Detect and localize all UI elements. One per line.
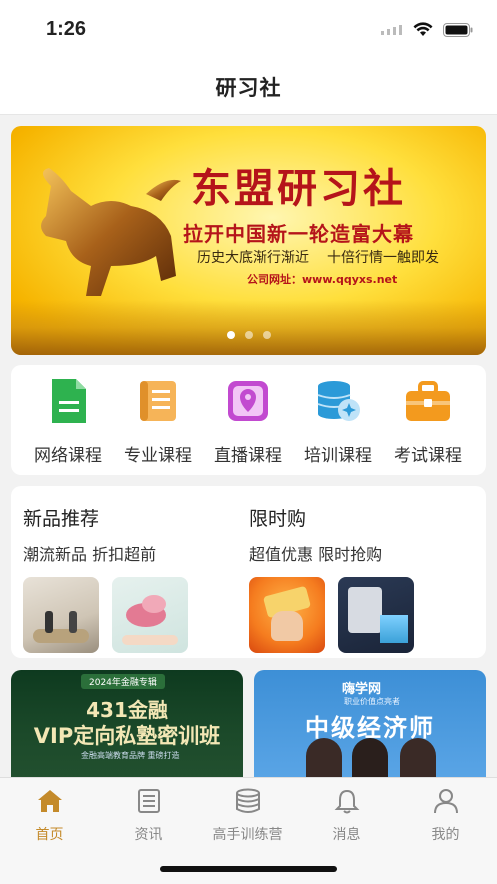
tab-label: 我的 — [431, 827, 460, 843]
home-icon — [37, 790, 62, 812]
banner-tagline-right: 十倍行情一触即发 — [327, 250, 439, 266]
promo-title: 新品推荐 — [23, 508, 100, 530]
category-label: 直播课程 — [214, 446, 282, 466]
user-icon — [433, 789, 458, 814]
banner-carousel[interactable]: 东盟研习社 拉开中国新一轮造富大幕 历史大底渐行渐近 十倍行情一触即发 公司网址… — [11, 126, 486, 355]
tab-label: 消息 — [332, 827, 361, 843]
ad-caption: 金融高端教育品牌 重磅打造 — [81, 751, 180, 760]
category-grid: 网络课程 专业课程 直播课程 培训课程 考试课程 — [11, 365, 486, 475]
banner-url: 公司网址：www.qqyxs.net — [247, 273, 398, 286]
battery-icon — [443, 22, 473, 37]
wifi-icon — [413, 22, 433, 36]
home-indicator[interactable] — [160, 866, 337, 872]
tab-training-camp[interactable]: 高手训练营 — [198, 788, 297, 844]
bull-illustration — [41, 168, 181, 296]
person-photo — [400, 738, 436, 780]
category-item-training[interactable]: 培训课程 — [293, 377, 383, 466]
person-photo — [352, 738, 388, 780]
ad-banner-right[interactable]: 嗨学网 职业价值点亮者 中级经济师 — [254, 670, 486, 780]
coins-icon — [235, 788, 260, 813]
banner-tagline-left: 历史大底渐行渐近 — [197, 250, 309, 266]
bell-icon — [334, 789, 359, 814]
carousel-dots — [11, 331, 486, 339]
category-item-live[interactable]: 直播课程 — [203, 377, 293, 466]
ad-title: 431金融 — [86, 698, 168, 722]
banner-title: 东盟研习社 — [191, 166, 406, 212]
carousel-dot[interactable] — [226, 331, 235, 339]
banner-taglines: 历史大底渐行渐近 十倍行情一触即发 — [197, 247, 439, 267]
carousel-dot[interactable] — [262, 331, 271, 339]
category-item-professional[interactable]: 专业课程 — [113, 377, 203, 466]
category-item-online[interactable]: 网络课程 — [23, 377, 113, 466]
tab-news[interactable]: 资讯 — [99, 788, 198, 844]
scroll-icon — [140, 381, 176, 421]
product-thumbnail[interactable] — [338, 577, 414, 653]
status-time: 1:26 — [46, 18, 87, 40]
tab-label: 首页 — [35, 827, 64, 843]
promo-subtitle: 潮流新品 折扣超前 — [23, 545, 157, 564]
tab-label: 资讯 — [134, 827, 163, 843]
promo-title: 限时购 — [249, 508, 307, 530]
status-bar: 1:26 — [0, 0, 497, 62]
promo-new[interactable]: 新品推荐 潮流新品 折扣超前 — [23, 504, 188, 653]
promo-limited[interactable]: 限时购 超值优惠 限时抢购 — [249, 504, 414, 653]
category-label: 专业课程 — [124, 446, 192, 466]
status-icons — [381, 22, 473, 37]
category-label: 网络课程 — [34, 446, 102, 466]
ad-tag: 2024年金融专辑 — [81, 674, 165, 689]
tab-label: 高手训练营 — [212, 827, 283, 843]
page-title: 研习社 — [215, 76, 282, 100]
category-label: 考试课程 — [394, 446, 462, 466]
city-skyline — [11, 300, 486, 355]
briefcase-icon — [406, 381, 450, 421]
tab-home[interactable]: 首页 — [0, 788, 99, 844]
person-photo — [306, 738, 342, 780]
promo-section: 新品推荐 潮流新品 折扣超前 限时购 超值优惠 限时抢购 — [11, 486, 486, 658]
database-icon — [317, 381, 360, 421]
ad-logo: 嗨学网 — [342, 682, 382, 697]
product-thumbnail[interactable] — [23, 577, 99, 653]
category-label: 培训课程 — [304, 446, 372, 466]
ad-logo-subtitle: 职业价值点亮者 — [344, 697, 400, 706]
ad-subtitle: VIP定向私塾密训班 — [33, 724, 221, 748]
news-icon — [137, 789, 160, 813]
document-icon — [52, 379, 86, 423]
tab-profile[interactable]: 我的 — [396, 788, 495, 844]
nav-bar: 研习社 — [0, 62, 497, 115]
location-pin-icon — [228, 381, 268, 421]
banner-subtitle: 拉开中国新一轮造富大幕 — [183, 222, 414, 246]
ad-banner-left[interactable]: 2024年金融专辑 431金融 VIP定向私塾密训班 金融高端教育品牌 重磅打造 — [11, 670, 243, 780]
signal-icon — [381, 24, 402, 35]
carousel-dot[interactable] — [244, 331, 253, 339]
promo-subtitle: 超值优惠 限时抢购 — [249, 545, 383, 564]
tab-messages[interactable]: 消息 — [297, 788, 396, 844]
product-thumbnail[interactable] — [249, 577, 325, 653]
product-thumbnail[interactable] — [112, 577, 188, 653]
category-item-exam[interactable]: 考试课程 — [383, 377, 473, 466]
